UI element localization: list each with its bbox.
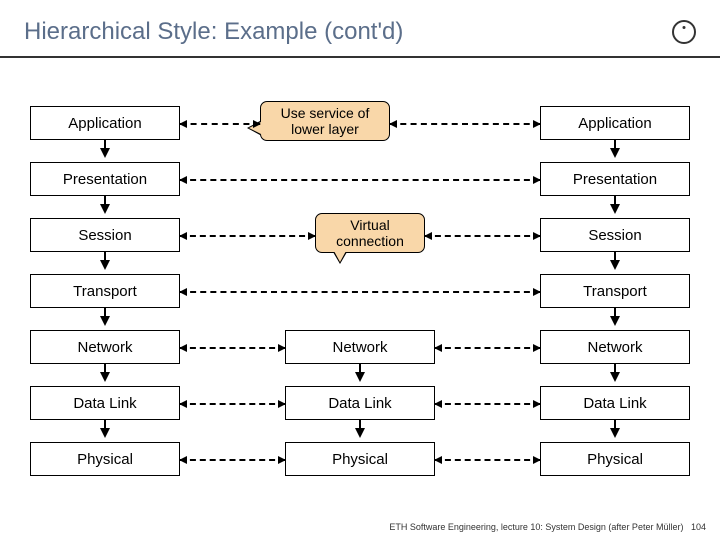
callout-tail-icon bbox=[334, 251, 346, 262]
right-physical-box: Physical bbox=[540, 442, 690, 476]
phys-dash-r bbox=[435, 459, 540, 461]
app-dash-left bbox=[180, 123, 260, 125]
page-number: 104 bbox=[691, 522, 706, 532]
virtual-connection-callout: Virtual connection bbox=[315, 213, 425, 253]
layer-row-session: Session Virtual connection Session bbox=[30, 210, 690, 266]
use-service-text: Use service of lower layer bbox=[281, 105, 370, 137]
layer-row-presentation: Presentation Presentation bbox=[30, 154, 690, 210]
left-presentation-box: Presentation bbox=[30, 162, 180, 196]
dl-dash-r bbox=[435, 403, 540, 405]
left-physical-box: Physical bbox=[30, 442, 180, 476]
dl-dash-l bbox=[180, 403, 285, 405]
right-network-box: Network bbox=[540, 330, 690, 364]
right-application-box: Application bbox=[540, 106, 690, 140]
slide-title: Hierarchical Style: Example (cont'd) bbox=[24, 18, 403, 46]
osi-diagram: Application Use service of lower layer A… bbox=[0, 58, 720, 490]
pres-dash bbox=[180, 179, 540, 181]
use-service-callout: Use service of lower layer bbox=[260, 101, 390, 141]
right-presentation-box: Presentation bbox=[540, 162, 690, 196]
left-network-box: Network bbox=[30, 330, 180, 364]
phys-dash-l bbox=[180, 459, 285, 461]
slide-header: Hierarchical Style: Example (cont'd) bbox=[0, 0, 720, 58]
left-application-box: Application bbox=[30, 106, 180, 140]
right-transport-box: Transport bbox=[540, 274, 690, 308]
slide-footer: ETH Software Engineering, lecture 10: Sy… bbox=[389, 522, 706, 532]
middle-network-box: Network bbox=[285, 330, 435, 364]
virtual-connection-text: Virtual connection bbox=[336, 217, 404, 249]
eth-logo-icon bbox=[672, 20, 696, 44]
left-datalink-box: Data Link bbox=[30, 386, 180, 420]
net-dash-r bbox=[435, 347, 540, 349]
right-session-box: Session bbox=[540, 218, 690, 252]
layer-row-physical: Physical Physical Physical bbox=[30, 434, 690, 490]
left-transport-box: Transport bbox=[30, 274, 180, 308]
layer-row-datalink: Data Link Data Link Data Link bbox=[30, 378, 690, 434]
left-session-box: Session bbox=[30, 218, 180, 252]
layer-row-application: Application Use service of lower layer A… bbox=[30, 98, 690, 154]
footer-text: ETH Software Engineering, lecture 10: Sy… bbox=[389, 522, 683, 532]
middle-datalink-box: Data Link bbox=[285, 386, 435, 420]
trans-dash bbox=[180, 291, 540, 293]
sess-dash-left bbox=[180, 235, 315, 237]
layer-row-network: Network Network Network bbox=[30, 322, 690, 378]
layer-row-transport: Transport Transport bbox=[30, 266, 690, 322]
middle-physical-box: Physical bbox=[285, 442, 435, 476]
net-dash-l bbox=[180, 347, 285, 349]
app-dash-right bbox=[390, 123, 540, 125]
sess-dash-right bbox=[425, 235, 540, 237]
right-datalink-box: Data Link bbox=[540, 386, 690, 420]
